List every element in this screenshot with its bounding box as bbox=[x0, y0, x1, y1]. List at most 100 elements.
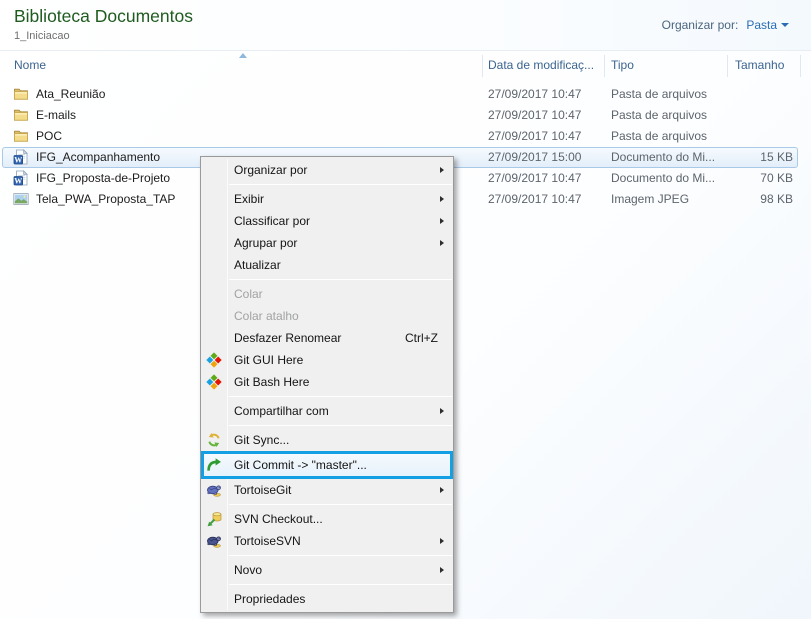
menu-item-group-by[interactable]: Agrupar por bbox=[201, 232, 453, 254]
organize-by-dropdown[interactable]: Pasta bbox=[746, 18, 789, 32]
file-date: 27/09/2017 10:47 bbox=[488, 189, 581, 210]
file-size bbox=[727, 126, 793, 147]
menu-item-refresh[interactable]: Atualizar bbox=[201, 254, 453, 276]
folder-icon bbox=[13, 107, 29, 123]
context-menu: Organizar por Exibir Classificar por Agrupa… bbox=[200, 156, 454, 613]
column-divider[interactable] bbox=[727, 55, 728, 77]
menu-separator bbox=[229, 396, 452, 397]
menu-item-sort-by[interactable]: Classificar por bbox=[201, 210, 453, 232]
submenu-arrow-icon bbox=[440, 567, 444, 573]
menu-item-git-gui-here[interactable]: Git GUI Here bbox=[201, 349, 453, 371]
column-header-type[interactable]: Tipo bbox=[611, 52, 634, 79]
column-divider[interactable] bbox=[482, 55, 483, 77]
breadcrumb: 1_Iniciacao bbox=[14, 30, 70, 42]
menu-separator bbox=[229, 504, 452, 505]
menu-item-label: TortoiseSVN bbox=[234, 534, 301, 548]
word-icon: W bbox=[13, 149, 29, 165]
menu-item-properties[interactable]: Propriedades bbox=[201, 588, 453, 610]
file-size: 98 KB bbox=[727, 189, 793, 210]
menu-item-label: TortoiseGit bbox=[234, 483, 291, 497]
menu-separator bbox=[229, 184, 452, 185]
submenu-arrow-icon bbox=[440, 538, 444, 544]
chevron-down-icon bbox=[781, 23, 789, 27]
menu-item-shortcut: Ctrl+Z bbox=[405, 327, 438, 349]
submenu-arrow-icon bbox=[440, 218, 444, 224]
file-size: 70 KB bbox=[727, 168, 793, 189]
submenu-arrow-icon bbox=[440, 487, 444, 493]
page-title: Biblioteca Documentos bbox=[14, 6, 193, 27]
file-row[interactable]: Ata_Reunião27/09/2017 10:47Pasta de arqu… bbox=[0, 84, 811, 105]
menu-item-label: Git Sync... bbox=[234, 433, 289, 447]
menu-item-undo-rename[interactable]: Desfazer Renomear Ctrl+Z bbox=[201, 327, 453, 349]
svg-text:W: W bbox=[14, 155, 22, 164]
menu-item-label: Agrupar por bbox=[234, 236, 297, 250]
file-row[interactable]: E-mails 27/09/2017 10:47 Pasta de arquivos bbox=[0, 105, 811, 126]
sort-ascending-icon bbox=[239, 53, 247, 58]
file-name: Tela_PWA_Proposta_TAP bbox=[36, 189, 175, 210]
git-sync-icon bbox=[206, 432, 222, 448]
menu-item-label: Compartilhar com bbox=[234, 404, 329, 418]
menu-item-label: Desfazer Renomear bbox=[234, 331, 341, 345]
file-date: 27/09/2017 10:47 bbox=[488, 105, 581, 126]
submenu-arrow-icon bbox=[440, 196, 444, 202]
menu-item-git-commit[interactable]: Git Commit -> "master"... bbox=[201, 451, 453, 479]
menu-item-label: Git GUI Here bbox=[234, 353, 303, 367]
menu-item-label: Exibir bbox=[234, 192, 264, 206]
tortoisegit-icon bbox=[206, 482, 222, 498]
menu-item-label: Classificar por bbox=[234, 214, 310, 228]
menu-item-share-with[interactable]: Compartilhar com bbox=[201, 400, 453, 422]
menu-item-tortoisegit[interactable]: TortoiseGit bbox=[201, 479, 453, 501]
column-header-name[interactable]: Nome bbox=[14, 52, 46, 79]
menu-item-new[interactable]: Novo bbox=[201, 559, 453, 581]
file-type: Pasta de arquivos bbox=[611, 84, 707, 105]
menu-item-label: Propriedades bbox=[234, 592, 305, 606]
file-name: E-mails bbox=[36, 105, 76, 126]
menu-item-git-sync[interactable]: Git Sync... bbox=[201, 429, 453, 451]
file-date: 27/09/2017 15:00 bbox=[488, 147, 581, 168]
git-logo-icon bbox=[206, 352, 222, 368]
menu-item-svn-checkout[interactable]: SVN Checkout... bbox=[201, 508, 453, 530]
file-type: Documento do Mi... bbox=[611, 147, 715, 168]
explorer-header: Biblioteca Documentos 1_Iniciacao Organi… bbox=[0, 0, 811, 51]
git-logo-icon bbox=[206, 374, 222, 390]
menu-item-organize-by[interactable]: Organizar por bbox=[201, 159, 453, 181]
file-row[interactable]: POC 27/09/2017 10:47 Pasta de arquivos bbox=[0, 126, 811, 147]
menu-item-label: SVN Checkout... bbox=[234, 512, 323, 526]
file-size bbox=[727, 84, 793, 105]
menu-item-label: Git Commit -> "master"... bbox=[234, 458, 367, 472]
column-divider[interactable] bbox=[800, 55, 801, 77]
file-type: Pasta de arquivos bbox=[611, 126, 707, 147]
column-divider[interactable] bbox=[604, 55, 605, 77]
svn-checkout-icon bbox=[206, 511, 222, 527]
tortoisesvn-icon bbox=[206, 533, 222, 549]
submenu-arrow-icon bbox=[440, 167, 444, 173]
file-type: Pasta de arquivos bbox=[611, 105, 707, 126]
menu-item-label: Organizar por bbox=[234, 163, 307, 177]
svg-text:W: W bbox=[14, 176, 22, 185]
file-date: 27/09/2017 10:47 bbox=[488, 126, 581, 147]
menu-separator bbox=[229, 584, 452, 585]
menu-item-label: Novo bbox=[234, 563, 262, 577]
file-name: IFG_Acompanhamento bbox=[36, 147, 160, 168]
menu-separator bbox=[229, 555, 452, 556]
menu-item-view[interactable]: Exibir bbox=[201, 188, 453, 210]
file-name: IFG_Proposta-de-Projeto bbox=[36, 168, 170, 189]
menu-item-git-bash-here[interactable]: Git Bash Here bbox=[201, 371, 453, 393]
organize-by-label: Organizar por: bbox=[662, 18, 739, 32]
column-header-date[interactable]: Data de modificaç... bbox=[488, 52, 594, 79]
menu-item-paste: Colar bbox=[201, 283, 453, 305]
organize-by-control: Organizar por: Pasta bbox=[662, 18, 789, 32]
menu-item-label: Git Bash Here bbox=[234, 375, 309, 389]
menu-separator bbox=[229, 279, 452, 280]
file-size: 15 KB bbox=[727, 147, 793, 168]
file-date: 27/09/2017 10:47 bbox=[488, 168, 581, 189]
file-name: POC bbox=[36, 126, 62, 147]
word-icon: W bbox=[13, 170, 29, 186]
file-type: Imagem JPEG bbox=[611, 189, 689, 210]
menu-item-label: Atualizar bbox=[234, 258, 281, 272]
menu-item-label: Colar atalho bbox=[234, 309, 299, 323]
folder-icon bbox=[13, 86, 29, 102]
image-icon bbox=[13, 191, 29, 207]
menu-item-tortoisesvn[interactable]: TortoiseSVN bbox=[201, 530, 453, 552]
column-header-size[interactable]: Tamanho bbox=[735, 52, 784, 79]
